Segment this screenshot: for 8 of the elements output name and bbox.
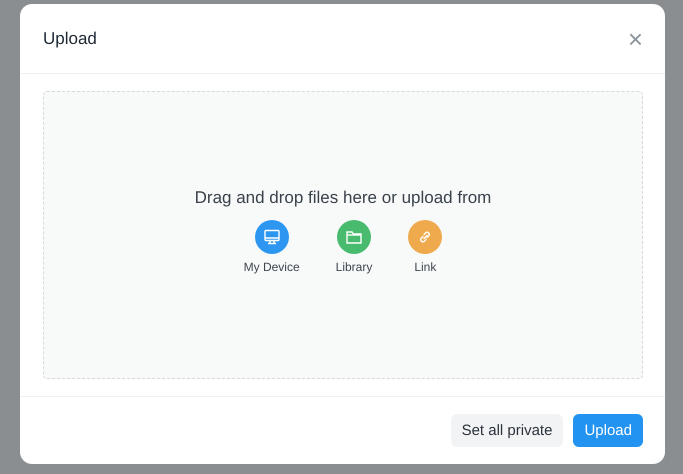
upload-source-button[interactable]: Link <box>408 220 442 274</box>
dialog-title: Upload <box>43 28 97 48</box>
upload-source-button[interactable]: Library <box>336 220 372 274</box>
monitor-icon <box>262 228 281 246</box>
upload-source-button[interactable]: My Device <box>244 220 300 274</box>
set-private-button[interactable]: Set all private <box>450 414 564 447</box>
drop-prompt: Drag and drop files here or upload from <box>194 188 492 208</box>
drop-zone[interactable]: Drag and drop files here or upload from My Device Library Link <box>43 91 643 379</box>
